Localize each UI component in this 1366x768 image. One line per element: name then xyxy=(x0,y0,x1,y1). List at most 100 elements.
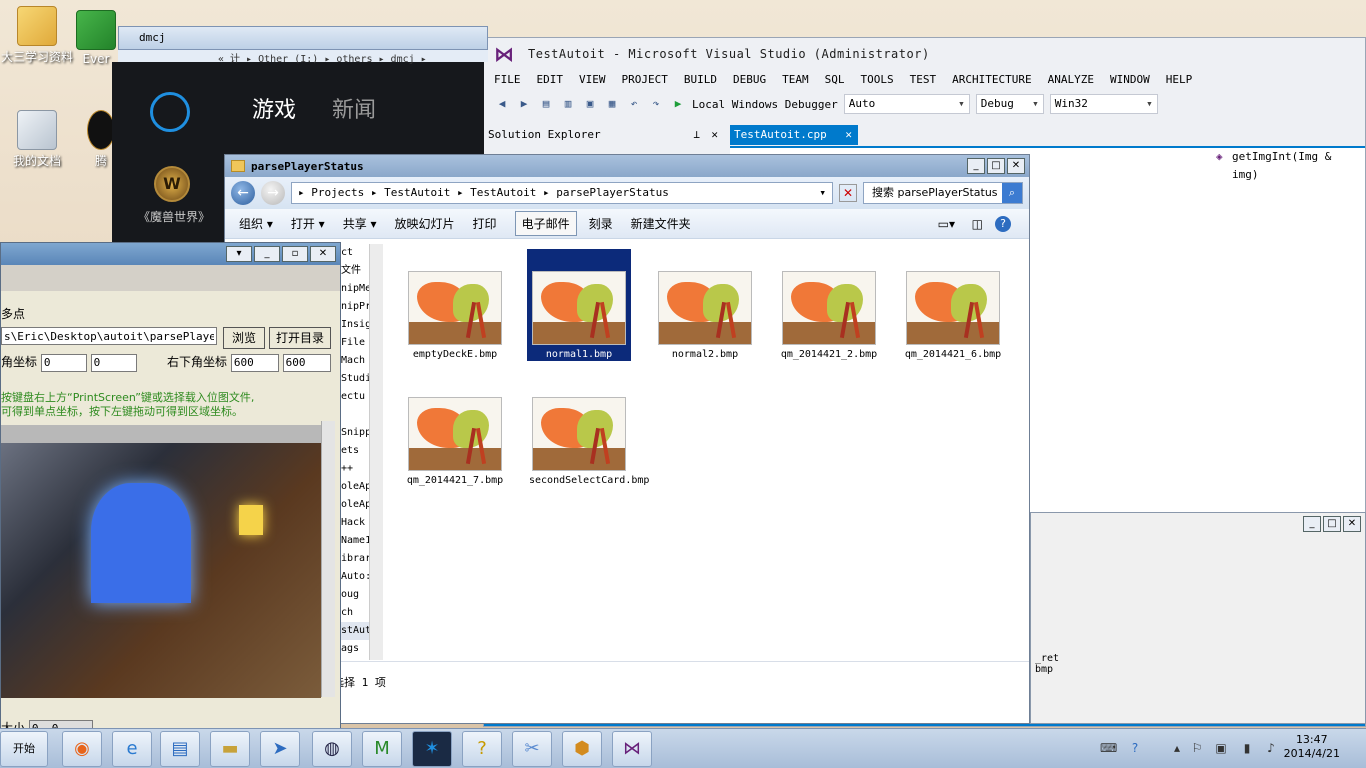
organize-button[interactable]: 组织 ▾ xyxy=(239,215,273,232)
close-button[interactable]: ✕ xyxy=(1343,516,1361,532)
slideshow-button[interactable]: 放映幻灯片 xyxy=(395,215,455,232)
file-item[interactable]: qm_2014421_2.bmp xyxy=(779,271,879,361)
tool-titlebar[interactable]: ▾ _ ▫ ✕ xyxy=(1,243,340,265)
tab-testautoit-cpp[interactable]: TestAutoit.cpp ✕ xyxy=(730,125,858,145)
close-icon[interactable]: ✕ xyxy=(711,124,718,146)
function-nav-combo[interactable]: ◈ getImgInt(Img & img) xyxy=(1212,148,1362,181)
top-left-x-input[interactable] xyxy=(40,353,87,372)
maximize-button[interactable]: □ xyxy=(1323,516,1341,532)
close-button[interactable]: ✕ xyxy=(310,246,336,262)
snipping-tool-icon[interactable]: ✂ xyxy=(512,731,552,767)
solution-config-combo[interactable]: Auto xyxy=(843,94,970,114)
hearthstone-icon[interactable]: ⬢ xyxy=(562,731,602,767)
explorer-titlebar[interactable]: parsePlayerStatus _ □ ✕ xyxy=(225,155,1029,177)
vertical-scrollbar[interactable] xyxy=(321,421,335,697)
file-item[interactable]: secondSelectCard.bmp xyxy=(529,397,649,487)
file-item[interactable]: qm_2014421_6.bmp xyxy=(903,271,1003,361)
start-button[interactable]: 开始 xyxy=(0,731,48,767)
background-window[interactable]: _ □ ✕ _ret bmp xyxy=(1030,512,1366,724)
menu-sql[interactable]: SQL xyxy=(825,70,845,90)
firefox-icon[interactable]: ◉ xyxy=(62,731,102,767)
desktop-icon-study[interactable]: 大三学习资料 xyxy=(0,6,74,65)
visual-studio-taskbar-icon[interactable]: ⋈ xyxy=(612,731,652,767)
undo-icon[interactable]: ↶ xyxy=(626,96,642,112)
bird-icon[interactable]: ➤ xyxy=(260,731,300,767)
menu-team[interactable]: TEAM xyxy=(782,70,809,90)
browse-button[interactable]: 浏览 xyxy=(223,327,265,349)
tree-scrollbar[interactable] xyxy=(369,244,383,660)
bottom-right-y-input[interactable] xyxy=(282,353,331,372)
ie-icon[interactable]: e xyxy=(112,731,152,767)
help-tray-icon[interactable]: ? xyxy=(1128,741,1142,755)
bottom-right-x-input[interactable] xyxy=(230,353,279,372)
dropdown-button[interactable]: ▾ xyxy=(226,246,252,262)
share-button[interactable]: 共享 ▾ xyxy=(343,215,377,232)
menu-debug[interactable]: DEBUG xyxy=(733,70,766,90)
view-icon[interactable]: ▭▾ xyxy=(938,217,955,231)
new-folder-button[interactable]: 新建文件夹 xyxy=(631,215,691,232)
dmcj-window-titlebar[interactable]: dmcj xyxy=(118,26,488,50)
desktop-icon-evernote[interactable]: Ever xyxy=(76,10,116,66)
solution-explorer-header[interactable]: Solution Explorer ✕ ⊥ xyxy=(488,124,726,146)
email-button[interactable]: 电子邮件 xyxy=(514,211,577,236)
save-all-icon[interactable]: ▦ xyxy=(604,96,620,112)
redo-icon[interactable]: ↷ xyxy=(648,96,664,112)
folder-taskbar-icon[interactable]: ▬ xyxy=(210,731,250,767)
device-icon[interactable]: ▣ xyxy=(1214,741,1228,755)
network-icon[interactable]: ▮ xyxy=(1240,741,1254,755)
path-input[interactable]: ▸ Projects ▸ TestAutoit ▸ TestAutoit ▸ p… xyxy=(291,182,833,204)
back-button[interactable]: ← xyxy=(231,181,255,205)
save-icon[interactable]: ▣ xyxy=(582,96,598,112)
help-taskbar-icon[interactable]: ? xyxy=(462,731,502,767)
search-icon[interactable]: ⌕ xyxy=(1002,183,1022,203)
desktop-icon-documents[interactable]: 我的文档 xyxy=(0,110,74,169)
open-directory-button[interactable]: 打开目录 xyxy=(269,327,331,349)
menu-build[interactable]: BUILD xyxy=(684,70,717,90)
minimize-button[interactable]: _ xyxy=(1303,516,1321,532)
stop-icon[interactable]: ✕ xyxy=(839,184,857,202)
clock[interactable]: 13:47 2014/4/21 xyxy=(1284,733,1340,761)
new-project-icon[interactable]: ▤ xyxy=(538,96,554,112)
tab-games[interactable]: 游戏 xyxy=(252,92,296,124)
file-item[interactable]: emptyDeckE.bmp xyxy=(405,271,505,361)
menu-view[interactable]: VIEW xyxy=(579,70,606,90)
keyboard-icon[interactable]: ⌨ xyxy=(1100,741,1117,755)
explorer-taskbar-icon[interactable]: ▤ xyxy=(160,731,200,767)
menu-test[interactable]: TEST xyxy=(910,70,937,90)
dmcj-breadcrumb[interactable]: « 计 ▸ Other (I:) ▸ others ▸ dmcj ▸ xyxy=(118,50,488,65)
forward-button[interactable]: → xyxy=(261,181,285,205)
menu-architecture[interactable]: ARCHITECTURE xyxy=(952,70,1031,90)
file-item[interactable]: qm_2014421_7.bmp xyxy=(405,397,505,487)
battlenet-taskbar-icon[interactable]: ✶ xyxy=(412,731,452,767)
map-app-icon[interactable]: M xyxy=(362,731,402,767)
help-icon[interactable]: ? xyxy=(995,215,1011,232)
debugger-button[interactable]: Local Windows Debugger xyxy=(692,98,838,111)
menu-help[interactable]: HELP xyxy=(1166,70,1193,90)
flag-icon[interactable]: ⚐ xyxy=(1190,741,1204,755)
menu-file[interactable]: FILE xyxy=(494,70,521,90)
volume-icon[interactable]: ♪ xyxy=(1264,741,1278,755)
menu-analyze[interactable]: ANALYZE xyxy=(1048,70,1094,90)
menu-tools[interactable]: TOOLS xyxy=(860,70,893,90)
path-input[interactable] xyxy=(1,327,217,345)
menu-window[interactable]: WINDOW xyxy=(1110,70,1150,90)
platform-combo[interactable]: Win32 xyxy=(1049,94,1158,114)
start-debug-icon[interactable]: ▶ xyxy=(670,96,686,112)
search-input[interactable]: 搜索 parsePlayerStatus ⌕ xyxy=(863,182,1023,204)
world-of-warcraft-icon[interactable]: W xyxy=(154,166,190,202)
tab-news[interactable]: 新闻 xyxy=(332,92,376,124)
open-button[interactable]: 打开 ▾ xyxy=(291,215,325,232)
battlenet-logo-icon[interactable] xyxy=(150,92,190,132)
open-icon[interactable]: ▥ xyxy=(560,96,576,112)
back-icon[interactable]: ◀ xyxy=(494,96,510,112)
file-item-selected[interactable]: normal1.bmp xyxy=(527,249,631,361)
forward-icon[interactable]: ▶ xyxy=(516,96,532,112)
vs-titlebar[interactable]: ⋈ TestAutoit - Microsoft Visual Studio (… xyxy=(484,38,1365,70)
restore-button[interactable]: ▫ xyxy=(282,246,308,262)
build-config-combo[interactable]: Debug xyxy=(975,94,1044,114)
coordinate-tool-window[interactable]: ▾ _ ▫ ✕ 多点 浏览 打开目录 角坐标 右下角坐标 按键盘右上方“Prin… xyxy=(0,242,341,742)
show-hidden-icons-icon[interactable]: ▴ xyxy=(1170,741,1184,755)
minimize-button[interactable]: _ xyxy=(967,158,985,174)
pin-icon[interactable]: ⊥ xyxy=(693,124,700,146)
print-button[interactable]: 打印 xyxy=(473,215,497,232)
